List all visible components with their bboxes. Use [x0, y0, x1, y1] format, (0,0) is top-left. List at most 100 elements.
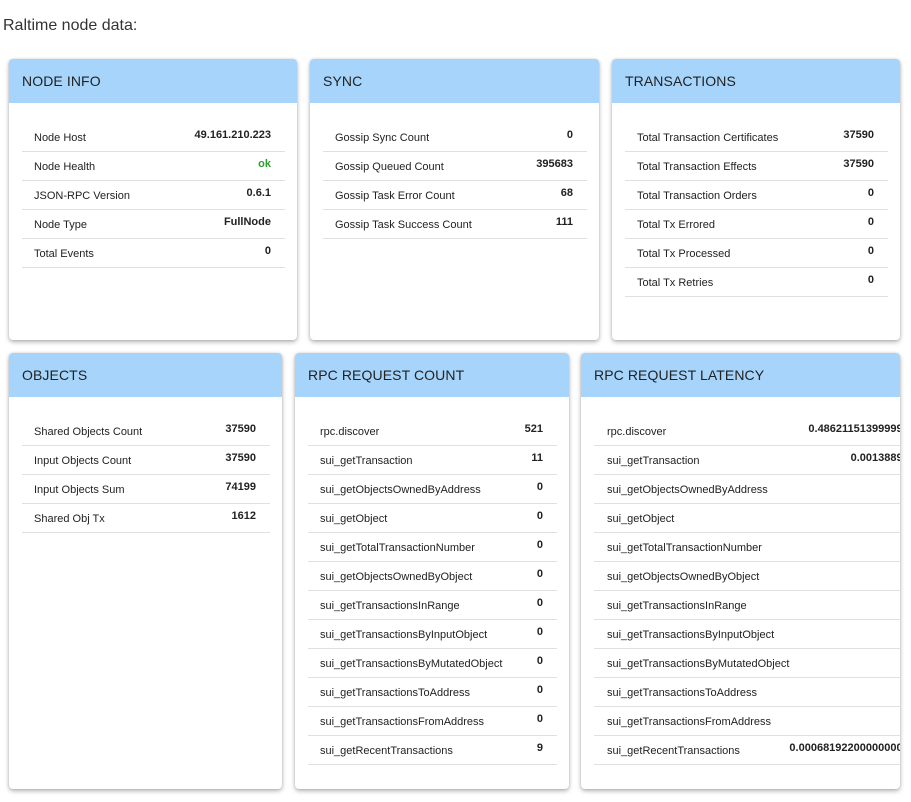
- row-label: rpc.discover: [308, 416, 522, 446]
- table-row: rpc.discover0.4862115139999998: [594, 416, 900, 446]
- row-label: Total Tx Retries: [625, 267, 829, 297]
- table-row: Gossip Sync Count 0: [323, 122, 587, 152]
- row-label: Node Health: [22, 151, 166, 181]
- table-row: Total Tx Retries 0: [625, 267, 888, 297]
- row-value: 9: [521, 735, 557, 765]
- row-value: 0: [789, 648, 900, 678]
- table-row: Total Transaction Certificates 37590: [625, 122, 888, 152]
- table-row: sui_getTransactionsInRange0: [594, 590, 900, 620]
- node-info-card: NODE INFO Node Host 49.161.210.223 Node He…: [9, 59, 297, 340]
- row-label: Total Transaction Certificates: [625, 122, 829, 152]
- rpc-request-latency-table: rpc.discover0.4862115139999998sui_getTra…: [594, 416, 900, 765]
- table-row: sui_getObjectsOwnedByAddress0: [308, 474, 557, 504]
- row-value: 0: [521, 590, 557, 620]
- table-row: sui_getTransaction0.001388967: [594, 445, 900, 475]
- objects-card: OBJECTS Shared Objects Count 37590 Input O…: [9, 353, 282, 789]
- node-info-header: NODE INFO: [9, 59, 297, 103]
- row-label: Gossip Queued Count: [323, 151, 520, 181]
- row-label: Input Objects Sum: [22, 474, 203, 504]
- table-row: sui_getTransaction 11: [308, 445, 557, 475]
- row-label: Total Tx Errored: [625, 209, 829, 239]
- status-value: ok: [165, 151, 285, 181]
- table-row: sui_getTotalTransactionNumber0: [308, 532, 557, 562]
- table-row: sui_getTransactionsToAddress0: [594, 677, 900, 707]
- row-value: 0: [519, 122, 587, 152]
- row-value: 0: [521, 706, 557, 736]
- row-value: 1612: [202, 503, 270, 533]
- node-info-table: Node Host 49.161.210.223 Node Health ok JSON…: [22, 122, 285, 268]
- row-label: Gossip Sync Count: [323, 122, 520, 152]
- table-row: Input Objects Sum 74199: [22, 474, 270, 504]
- table-row: sui_getObjectsOwnedByObject0: [308, 561, 557, 591]
- rpc-request-latency-header: RPC REQUEST LATENCY: [581, 353, 900, 397]
- row-value: FullNode: [165, 209, 285, 239]
- row-value: 37590: [202, 445, 270, 475]
- table-row: Shared Obj Tx 1612: [22, 503, 270, 533]
- row-label: sui_getTransaction: [594, 445, 790, 475]
- row-value: 0: [521, 532, 557, 562]
- sync-card: SYNC Gossip Sync Count 0 Gossip Queued Cou…: [310, 59, 599, 340]
- table-row: sui_getTransactionsInRange0: [308, 590, 557, 620]
- row-value: 0: [789, 561, 900, 591]
- row-label: Shared Obj Tx: [22, 503, 203, 533]
- table-row: sui_getObject0: [308, 503, 557, 533]
- table-row: sui_getTransactionsFromAddress0: [594, 706, 900, 736]
- transactions-table: Total Transaction Certificates 37590 Total…: [625, 122, 888, 297]
- row-value: 0.001388967: [789, 445, 900, 475]
- table-row: sui_getTransactionsByMutatedObject0: [594, 648, 900, 678]
- row-label: sui_getTransactionsByInputObject: [308, 619, 522, 649]
- table-row: Gossip Queued Count 395683: [323, 151, 587, 181]
- table-row: Total Transaction Effects 37590: [625, 151, 888, 181]
- row-label: JSON-RPC Version: [22, 180, 166, 210]
- table-row: sui_getObjectsOwnedByAddress0: [594, 474, 900, 504]
- rpc-request-count-header: RPC REQUEST COUNT: [295, 353, 569, 397]
- row-value: 0: [789, 474, 900, 504]
- row-label: Input Objects Count: [22, 445, 203, 475]
- table-row: sui_getTransactionsByInputObject0: [594, 619, 900, 649]
- table-row: Total Events 0: [22, 238, 285, 268]
- row-value: 0: [789, 619, 900, 649]
- row-label: sui_getRecentTransactions: [594, 735, 790, 765]
- row-label: Node Host: [22, 122, 166, 152]
- table-row: Gossip Task Success Count 111: [323, 209, 587, 239]
- table-row: Total Tx Processed 0: [625, 238, 888, 268]
- row-label: Shared Objects Count: [22, 416, 203, 446]
- row-label: Gossip Task Success Count: [323, 209, 520, 239]
- table-row: Total Tx Errored 0: [625, 209, 888, 239]
- table-row: rpc.discover 521: [308, 416, 557, 446]
- row-value: 0: [789, 590, 900, 620]
- row-label: sui_getTransactionsByInputObject: [594, 619, 790, 649]
- table-row: Total Transaction Orders 0: [625, 180, 888, 210]
- row-label: Gossip Task Error Count: [323, 180, 520, 210]
- row-value: 37590: [202, 416, 270, 446]
- table-row: JSON-RPC Version 0.6.1: [22, 180, 285, 210]
- table-row: Shared Objects Count 37590: [22, 416, 270, 446]
- row-label: Total Tx Processed: [625, 238, 829, 268]
- table-row: sui_getRecentTransactions 9: [308, 735, 557, 765]
- row-value: 0: [789, 532, 900, 562]
- row-value: 0: [521, 648, 557, 678]
- row-label: sui_getRecentTransactions: [308, 735, 522, 765]
- row-value: 0: [165, 238, 285, 268]
- row-label: rpc.discover: [594, 416, 790, 446]
- objects-table: Shared Objects Count 37590 Input Objects C…: [22, 416, 270, 533]
- row-value: 0.4862115139999998: [789, 416, 900, 446]
- page-title: Raltime node data:: [3, 17, 138, 34]
- row-value: 11: [521, 445, 557, 475]
- row-value: 0: [789, 503, 900, 533]
- row-value: 395683: [519, 151, 587, 181]
- row-label: sui_getTotalTransactionNumber: [308, 532, 522, 562]
- row-label: sui_getTransactionsInRange: [308, 590, 522, 620]
- row-value: 0: [828, 238, 888, 268]
- sync-table: Gossip Sync Count 0 Gossip Queued Count 395…: [323, 122, 587, 239]
- row-label: sui_getObject: [594, 503, 790, 533]
- row-label: sui_getObjectsOwnedByAddress: [308, 474, 522, 504]
- row-label: sui_getTransactionsToAddress: [308, 677, 522, 707]
- row-value: 521: [521, 416, 557, 446]
- table-row: Node Health ok: [22, 151, 285, 181]
- row-label: sui_getObjectsOwnedByAddress: [594, 474, 790, 504]
- row-label: sui_getTransaction: [308, 445, 522, 475]
- row-label: Node Type: [22, 209, 166, 239]
- table-row: sui_getTotalTransactionNumber0: [594, 532, 900, 562]
- row-value: 0: [828, 180, 888, 210]
